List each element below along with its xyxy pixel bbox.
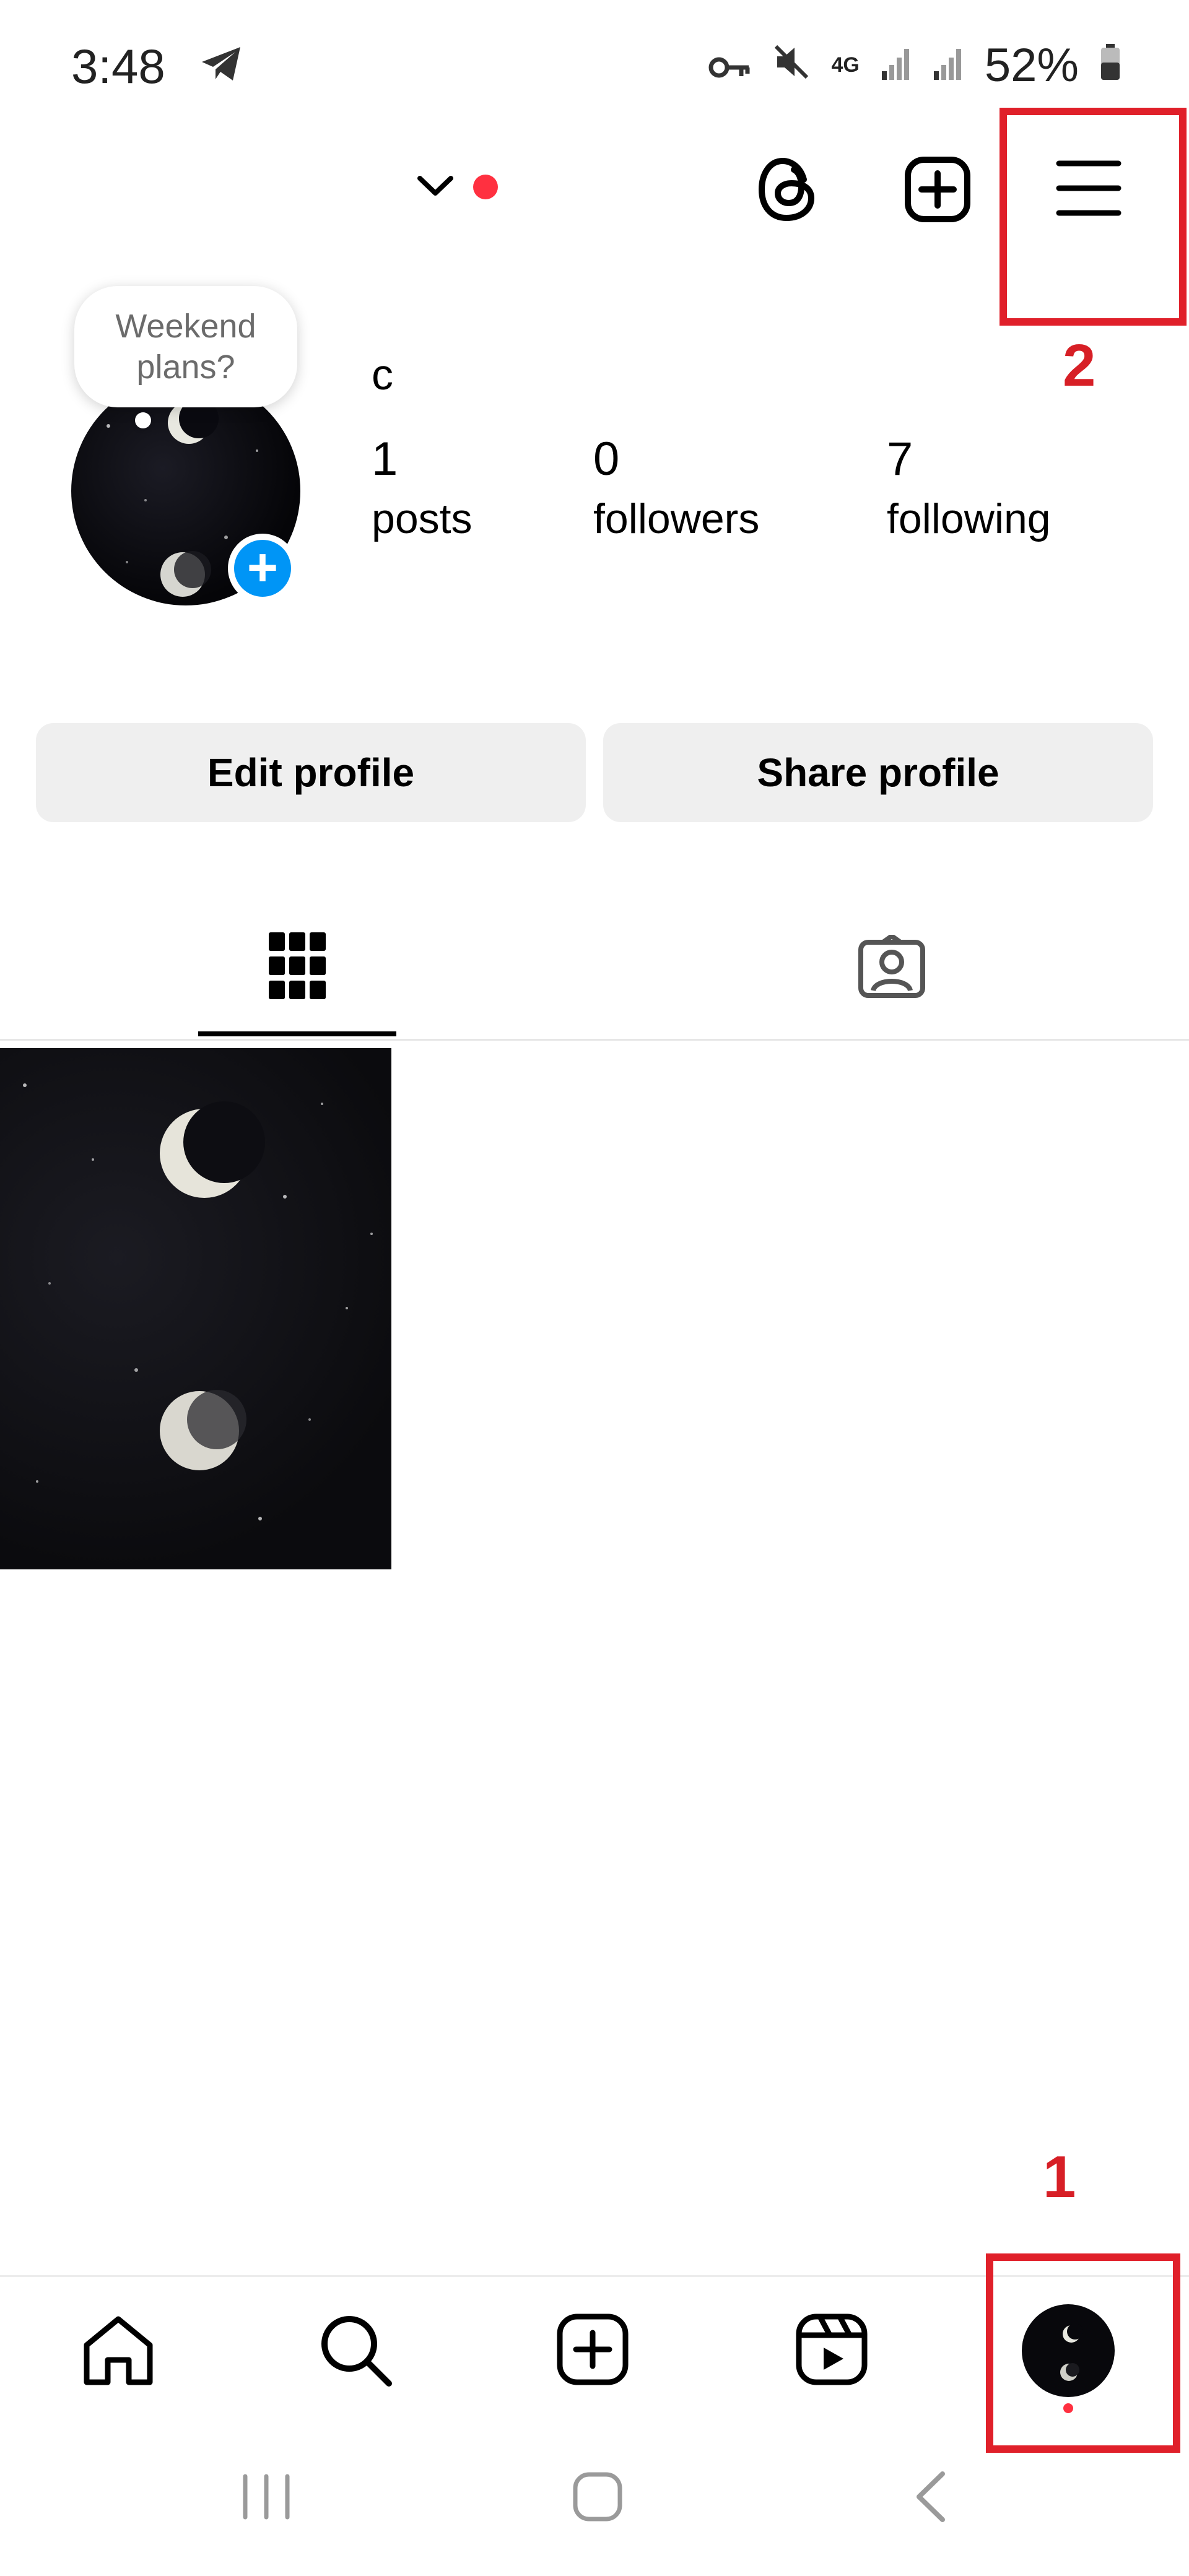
note-bubble-tail xyxy=(135,412,151,428)
stat-value: 7 xyxy=(887,433,913,485)
username: c xyxy=(372,350,393,399)
battery-icon xyxy=(1100,38,1121,92)
annotation-marker-2: 2 xyxy=(1063,332,1096,399)
stat-value: 1 xyxy=(372,433,398,485)
create-plus-icon[interactable] xyxy=(903,155,972,224)
signal-icon-1 xyxy=(881,38,912,92)
note-text-line2: plans? xyxy=(136,349,235,386)
notification-dot xyxy=(473,175,498,199)
chevron-down-icon[interactable] xyxy=(416,173,455,198)
vpn-key-icon xyxy=(708,38,751,92)
home-button-icon[interactable] xyxy=(572,2471,623,2525)
recents-icon[interactable] xyxy=(240,2474,292,2523)
home-icon[interactable] xyxy=(81,2314,156,2392)
stat-followers[interactable]: 0 followers xyxy=(593,432,759,543)
signal-icon-2 xyxy=(933,38,964,92)
annotation-box-1 xyxy=(986,2253,1180,2453)
add-story-button[interactable]: + xyxy=(228,534,297,603)
stat-label: following xyxy=(887,495,1051,542)
mute-icon xyxy=(772,38,811,92)
create-icon[interactable] xyxy=(556,2313,629,2389)
stat-following[interactable]: 7 following xyxy=(887,432,1051,543)
network-type: 4G xyxy=(831,53,860,77)
tab-divider xyxy=(0,1039,1189,1041)
edit-profile-button[interactable]: Edit profile xyxy=(36,723,586,822)
note-bubble[interactable]: Weekend plans? xyxy=(74,286,297,407)
share-profile-button[interactable]: Share profile xyxy=(603,723,1153,822)
post-thumbnail[interactable] xyxy=(0,1048,391,1569)
search-icon[interactable] xyxy=(318,2313,394,2392)
stat-posts[interactable]: 1 posts xyxy=(372,432,473,543)
status-icons: 4G 52% xyxy=(708,38,1121,92)
stat-label: posts xyxy=(372,495,473,542)
threads-icon[interactable] xyxy=(756,155,820,224)
grid-icon[interactable] xyxy=(268,931,327,1004)
stat-label: followers xyxy=(593,495,760,542)
telegram-icon xyxy=(199,45,243,86)
status-time: 3:48 xyxy=(71,39,165,93)
reels-icon[interactable] xyxy=(795,2313,868,2389)
annotation-marker-1: 1 xyxy=(1043,2144,1076,2210)
note-text-line1: Weekend xyxy=(115,308,256,345)
tab-indicator xyxy=(198,1031,396,1036)
battery-percent: 52% xyxy=(984,39,1079,92)
stat-value: 0 xyxy=(593,433,620,485)
tagged-icon[interactable] xyxy=(857,933,926,1002)
back-icon[interactable] xyxy=(912,2470,949,2526)
annotation-box-2 xyxy=(1000,108,1187,326)
